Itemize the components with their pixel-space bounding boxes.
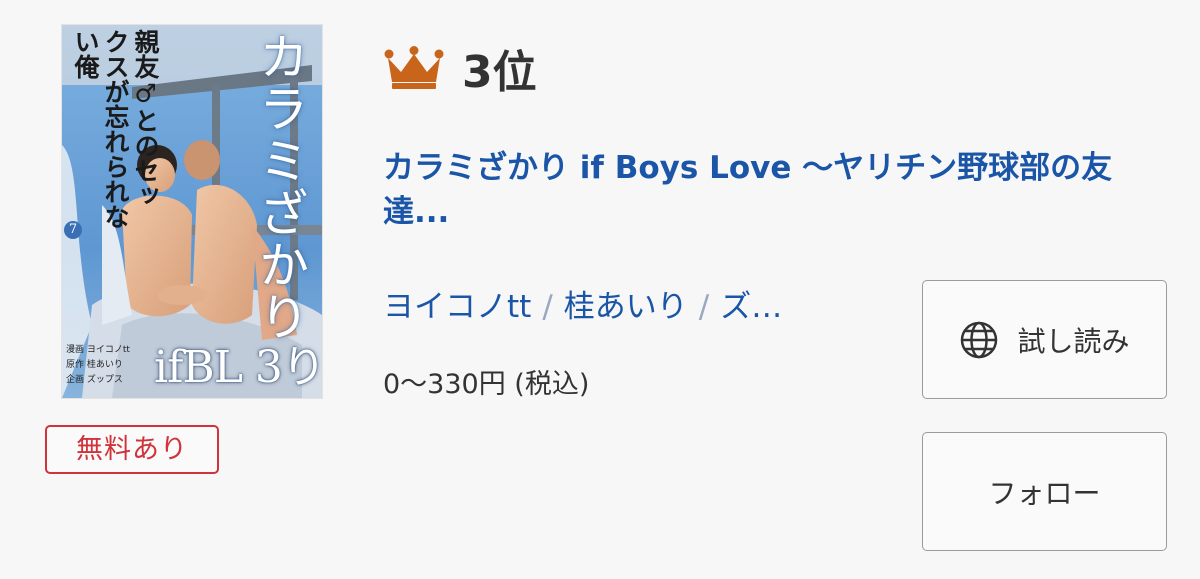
book-cover[interactable]: 親友♂とのセックスが忘れられない俺 7 カラミざかり 漫画 ヨイコノtt 原作 … bbox=[62, 25, 322, 398]
price: 0〜330円 (税込) bbox=[383, 369, 590, 400]
author-separator: / bbox=[698, 289, 710, 325]
author-link[interactable]: 桂あいり bbox=[564, 289, 688, 325]
book-title-link[interactable]: カラミざかり if Boys Love 〜ヤリチン野球部の友達... bbox=[383, 146, 1173, 234]
rank: 3位 bbox=[384, 38, 537, 98]
author-separator: / bbox=[542, 289, 553, 325]
crown-icon bbox=[384, 46, 444, 89]
cover-credit-line: 企画 ズップス bbox=[66, 375, 123, 385]
free-badge: 無料あり bbox=[45, 425, 219, 474]
cover-credit-line: 漫画 ヨイコノtt bbox=[66, 345, 130, 355]
cover-title: カラミざかり bbox=[251, 31, 309, 343]
globe-icon bbox=[961, 321, 998, 358]
follow-button[interactable]: フォロー bbox=[922, 432, 1167, 551]
cover-volume-number: 7 bbox=[64, 221, 82, 239]
rank-label: 3位 bbox=[462, 47, 537, 98]
author-link[interactable]: ズ… bbox=[720, 289, 782, 325]
author-link[interactable]: ヨイコノtt bbox=[383, 289, 531, 325]
cover-credit-line: 原作 桂あいり bbox=[66, 360, 123, 370]
cover-subtitle: 親友♂とのセックスが忘れられない俺 bbox=[71, 29, 160, 229]
trial-read-button[interactable]: 試し読み bbox=[922, 280, 1167, 399]
cover-logo: ifBL 3り bbox=[154, 342, 322, 393]
cover-credits: 漫画 ヨイコノtt 原作 桂あいり 企画 ズップス bbox=[66, 343, 130, 388]
follow-label: フォロー bbox=[988, 476, 1101, 510]
author-list: ヨイコノtt / 桂あいり / ズ… bbox=[383, 282, 898, 332]
trial-read-label: 試し読み bbox=[1017, 324, 1130, 358]
